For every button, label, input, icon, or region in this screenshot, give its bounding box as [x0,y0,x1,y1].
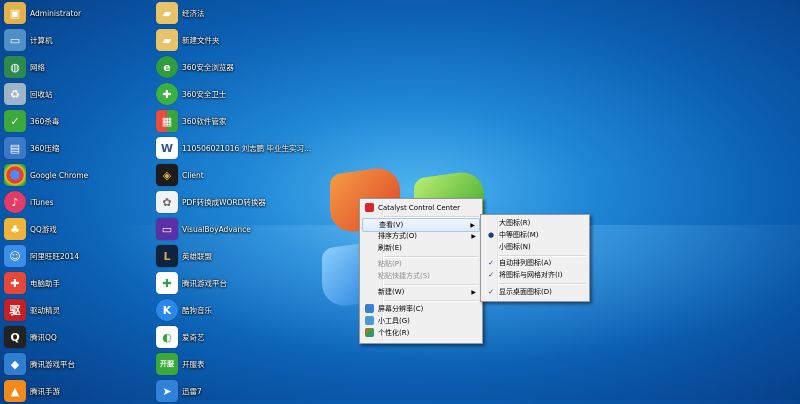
desktop-icon-pdf-converter[interactable]: ✿ PDF转换成WORD转换器 [152,189,302,215]
360-antivirus-icon: ✓ [4,110,26,132]
menu-item-paste-shortcut[interactable]: 粘贴快捷方式(S) [362,270,480,282]
gadgets-icon [365,316,374,325]
360-zip-icon: ▤ [4,137,26,159]
menu-item-refresh[interactable]: 刷新(E) [362,242,480,254]
desktop-icon-visualboyadvance[interactable]: ▭ VisualBoyAdvance [152,216,302,242]
desktop-icon-chrome[interactable]: Google Chrome [0,162,150,188]
desktop-icon-new-folder[interactable]: ▰ 新建文件夹 [152,27,302,53]
folder-icon: ▰ [156,2,178,24]
client-icon: ◈ [156,164,178,186]
checkmark-icon: ✓ [488,271,494,279]
driver-genius-icon: 驱 [4,299,26,321]
folder-icon: ▰ [156,29,178,51]
computer-icon: ▭ [4,29,26,51]
menu-separator [384,300,479,302]
tencent-games-icon: ◆ [4,353,26,375]
checkmark-icon: ✓ [488,259,494,267]
view-submenu: 大图标(R) ● 中等图标(M) 小图标(N) ✓ 自动排列图标(A) ✓ 将图… [480,214,590,302]
tencent-mobile-games-icon: ▲ [4,380,26,402]
qq-game-icon: ♣ [4,218,26,240]
submenu-item-auto-arrange[interactable]: ✓ 自动排列图标(A) [483,257,587,269]
visualboyadvance-icon: ▭ [156,218,178,240]
menu-item-paste[interactable]: 粘贴(P) [362,258,480,270]
desktop-icon-qq-game[interactable]: ♣ QQ游戏 [0,216,150,242]
iqiyi-icon: ◐ [156,326,178,348]
desktop-icon-jingjifa[interactable]: ▰ 经济法 [152,0,302,26]
desktop-icon-computer[interactable]: ▭ 计算机 [0,27,150,53]
recycle-bin-icon: ♻ [4,83,26,105]
kugou-icon: K [156,299,178,321]
desktop-icon-client[interactable]: ◈ Client [152,162,302,188]
checkmark-icon: ✓ [488,288,494,296]
desktop-icon-tencent-games-platform[interactable]: ✚ 腾讯游戏平台 [152,270,302,296]
itunes-icon: ♪ [4,191,26,213]
menu-item-new[interactable]: 新建(W) ▶ [362,286,480,298]
desktop-icon-kugou[interactable]: K 酷狗音乐 [152,297,302,323]
qq-icon: Q [4,326,26,348]
lol-icon: L [156,245,178,267]
pc-assistant-icon: ✚ [4,272,26,294]
menu-item-personalize[interactable]: 个性化(R) [362,327,480,339]
desktop-icon-itunes[interactable]: ♪ iTunes [0,189,150,215]
submenu-item-medium-icons[interactable]: ● 中等图标(M) [483,229,587,241]
menu-item-sort-by[interactable]: 排序方式(O) ▶ [362,230,480,242]
network-icon: ◍ [4,56,26,78]
desktop-icon-360-browser[interactable]: e 360安全浏览器 [152,54,302,80]
radio-bullet-icon: ● [487,231,495,239]
360-browser-icon: e [156,56,178,78]
pdf-converter-icon: ✿ [156,191,178,213]
user-folder-icon: ▣ [4,2,26,24]
desktop-icon-tencent-mobile-games[interactable]: ▲ 腾讯手游 [0,378,150,404]
desktop-icon-driver-genius[interactable]: 驱驱动精灵 [0,297,150,323]
aliwangwang-icon: ☺ [4,245,26,267]
desktop-icon-server-list[interactable]: 开服 开服表 [152,351,302,377]
menu-separator [499,283,586,285]
desktop-icon-network[interactable]: ◍ 网络 [0,54,150,80]
desktop-icon-tencent-games[interactable]: ◆ 腾讯游戏平台 [0,351,150,377]
radio-mark-icon [486,242,496,252]
word-document-icon: W [156,137,178,159]
submenu-arrow-icon: ▶ [471,232,476,240]
submenu-item-small-icons[interactable]: 小图标(N) [483,241,587,253]
menu-item-gadgets[interactable]: 小工具(G) [362,315,480,327]
menu-item-catalyst-control-center[interactable]: Catalyst Control Center [362,202,480,214]
desktop-icon-recycle-bin[interactable]: ♻ 回收站 [0,81,150,107]
desktop-icon-360-software[interactable]: ▦ 360软件管家 [152,108,302,134]
monitor-icon [365,304,374,313]
desktop-icon-lol[interactable]: L 英雄联盟 [152,243,302,269]
360-software-manager-icon: ▦ [156,110,178,132]
tencent-games-platform-icon: ✚ [156,272,178,294]
desktop-icon-aliwangwang[interactable]: ☺ 阿里旺旺2014 [0,243,150,269]
personalize-icon [365,328,374,337]
menu-item-screen-resolution[interactable]: 屏幕分辨率(C) [362,303,480,315]
submenu-item-large-icons[interactable]: 大图标(R) [483,217,587,229]
desktop-icon-administrator[interactable]: ▣ Administrator [0,0,150,26]
chrome-icon [4,164,26,186]
submenu-arrow-icon: ▶ [471,288,476,296]
desktop-icon-360-antivirus[interactable]: ✓ 360杀毒 [0,108,150,134]
submenu-arrow-icon: ▶ [470,221,475,229]
desktop-context-menu: Catalyst Control Center 查看(V) ▶ 排序方式(O) … [359,198,483,344]
server-list-icon: 开服 [156,353,178,375]
desktop-icon-qq[interactable]: Q 腾讯QQ [0,324,150,350]
desktop-icon-word-document[interactable]: W 110506021016 刘志鹏 毕业生实习... [152,135,311,161]
desktop-icon-iqiyi[interactable]: ◐ 爱奇艺 [152,324,302,350]
desktop-icon-360-zip[interactable]: ▤ 360压缩 [0,135,150,161]
360-safe-icon: ✚ [156,83,178,105]
desktop-icon-pc-assistant[interactable]: ✚ 电脑助手 [0,270,150,296]
desktop-icon-360-safe[interactable]: ✚ 360安全卫士 [152,81,302,107]
xunlei-icon: ➤ [156,380,178,402]
catalyst-icon [365,203,374,212]
submenu-item-align-to-grid[interactable]: ✓ 将图标与网格对齐(I) [483,269,587,281]
desktop-icon-xunlei[interactable]: ➤ 迅雷7 [152,378,302,404]
radio-mark-icon [486,218,496,228]
submenu-item-show-desktop-icons[interactable]: ✓ 显示桌面图标(D) [483,286,587,298]
